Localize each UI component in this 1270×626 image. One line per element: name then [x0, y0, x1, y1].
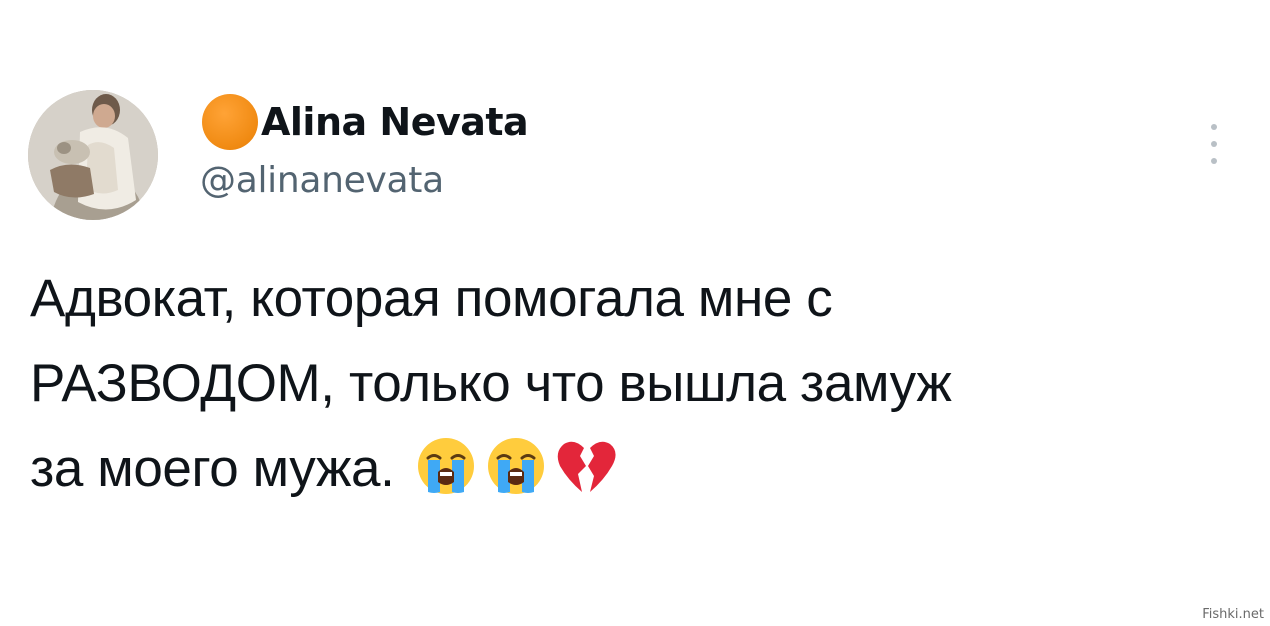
author-display-name[interactable]: Alina Nevata	[261, 100, 529, 144]
author-handle[interactable]: @alinanevata	[200, 160, 444, 201]
broken-heart-icon	[554, 434, 618, 498]
more-options-button[interactable]	[1200, 120, 1228, 168]
tweet-text: Адвокат, которая помогала мне с РАЗВОДОМ…	[30, 256, 1230, 511]
tweet-text-line: Адвокат, которая помогала мне с	[30, 269, 833, 328]
loudly-crying-face-icon	[484, 434, 548, 498]
avatar-photo	[28, 90, 158, 220]
more-dot-icon	[1211, 158, 1217, 164]
tweet-text-line-content: за моего мужа.	[30, 439, 395, 498]
emoji-group	[414, 434, 618, 498]
tweet-text-line: РАЗВОДОМ, только что вышла замуж	[30, 354, 952, 413]
watermark: Fishki.net	[1202, 607, 1264, 622]
tweet-card: Alina Nevata @alinanevata Адвокат, котор…	[0, 0, 1270, 626]
author-name-row[interactable]: Alina Nevata	[202, 94, 529, 150]
loudly-crying-face-icon	[414, 434, 478, 498]
avatar[interactable]	[28, 90, 158, 220]
tweet-text-line: за моего мужа.	[30, 426, 1230, 511]
more-dot-icon	[1211, 124, 1217, 130]
more-dot-icon	[1211, 141, 1217, 147]
orange-circle-icon	[202, 94, 258, 150]
